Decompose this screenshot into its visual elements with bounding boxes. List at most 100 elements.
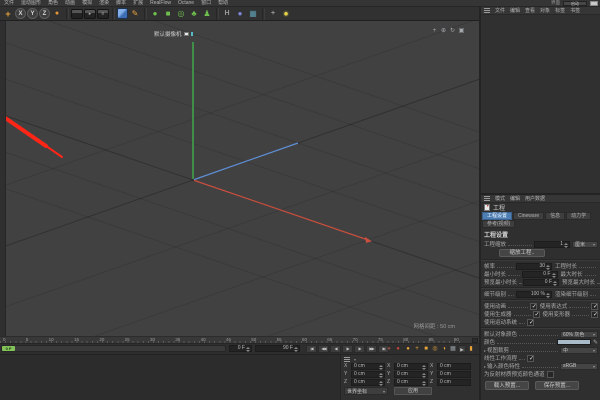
prev-frame-button[interactable]: ◀	[330, 345, 341, 353]
pos-y-field[interactable]: 0 cm	[351, 370, 385, 378]
menu-item[interactable]: 角色	[48, 0, 58, 7]
menu-item[interactable]: RealFlow	[150, 0, 171, 7]
attribute-tab[interactable]: 工程设置	[482, 212, 513, 220]
playback-option-button[interactable]: ▶	[458, 345, 466, 353]
menu-item[interactable]: 文件	[4, 0, 14, 7]
record-scale-toggle[interactable]: ■	[422, 345, 430, 353]
size-z-field[interactable]: 0 cm	[394, 378, 428, 386]
use-expressions-checkbox[interactable]	[591, 302, 599, 310]
camera-label[interactable]: 默认摄像机	[154, 30, 193, 38]
min-time-field[interactable]: 0 F	[521, 270, 558, 278]
lod-field[interactable]: 100 %	[516, 290, 552, 298]
size-y-field[interactable]: 0 cm	[394, 370, 428, 378]
render-picture-viewer-icon[interactable]: ▸	[84, 8, 96, 19]
volume-icon[interactable]: ●	[234, 8, 246, 20]
record-parameter-toggle[interactable]: ◑	[440, 345, 448, 353]
goto-start-button[interactable]: |◀	[306, 345, 317, 353]
menu-item[interactable]: 运动图形	[21, 0, 41, 7]
zoom-view-icon[interactable]: ⊕	[440, 28, 447, 35]
attr-menu-item[interactable]: 用户数据	[525, 195, 545, 202]
menu-item[interactable]: 窗口	[201, 0, 211, 7]
rot-x-field[interactable]: 0 cm	[437, 362, 471, 370]
expander-icon[interactable]: ▸	[484, 348, 486, 353]
om-menu-item[interactable]: 查看	[525, 7, 535, 14]
menu-item[interactable]: 帮助	[218, 0, 228, 7]
use-animation-checkbox[interactable]	[529, 302, 538, 310]
use-generators-checkbox[interactable]	[532, 310, 541, 318]
prev-key-button[interactable]: ◀◀	[318, 345, 329, 353]
playhead[interactable]: 0 F	[2, 346, 15, 351]
panel-menu-icon[interactable]	[484, 8, 490, 13]
preview-color-channel-checkbox[interactable]	[546, 370, 554, 378]
default-object-color-dropdown[interactable]: 60% 灰色 ▾	[560, 330, 598, 338]
eyedropper-icon[interactable]: ✎	[593, 339, 598, 346]
save-preset-button[interactable]: 保存预置...	[535, 381, 579, 390]
next-frame-button[interactable]: ▶	[354, 345, 365, 353]
apply-button[interactable]: 应用	[394, 387, 432, 395]
next-key-button[interactable]: ▶▶	[366, 345, 377, 353]
spinner[interactable]	[294, 347, 298, 352]
linear-workflow-checkbox[interactable]	[527, 354, 535, 362]
scale-project-button[interactable]: 缩放工程..	[499, 249, 545, 257]
camera-icon[interactable]: +	[267, 8, 279, 20]
object-list[interactable]	[481, 15, 600, 191]
autokey-button[interactable]: ●	[394, 345, 402, 353]
om-menu-item[interactable]: 编辑	[510, 7, 520, 14]
unit-dropdown[interactable]: 厘米 ▾	[572, 240, 598, 248]
timeline-ruler[interactable]: 0 5 10 15 20 25 30 35 40 45 50 55 60 65 70 75 80 85 90	[0, 336, 479, 344]
menu-item[interactable]: 动画	[65, 0, 75, 7]
red-spline-object-tip[interactable]	[43, 143, 63, 158]
render-view-icon[interactable]	[71, 8, 83, 19]
z-axis-lock-button[interactable]: Z	[39, 8, 50, 19]
record-button[interactable]: ●	[385, 345, 393, 353]
panel-menu-icon[interactable]	[344, 356, 350, 362]
chevron-down-icon[interactable]: ▾	[354, 357, 356, 362]
keyframe-button[interactable]: ●	[404, 345, 412, 353]
toggle-view-icon[interactable]: ▣	[458, 28, 465, 35]
om-menu-item[interactable]: 对象	[540, 7, 550, 14]
om-menu-item[interactable]: 文件	[495, 7, 505, 14]
generator-icon[interactable]: ◎	[175, 8, 187, 20]
light-icon[interactable]: ●	[280, 8, 292, 20]
attr-menu-item[interactable]: 编辑	[510, 195, 520, 202]
use-deformers-checkbox[interactable]	[591, 310, 599, 318]
menu-item[interactable]: Octane	[178, 0, 194, 7]
end-frame-field[interactable]: 90 F	[255, 345, 300, 352]
attribute-tab[interactable]: Cineware	[513, 212, 545, 220]
y-axis-lock-button[interactable]: Y	[27, 8, 38, 19]
subdivision-surface-icon[interactable]: ●	[149, 8, 161, 20]
primitive-cube-icon[interactable]	[117, 8, 128, 19]
field-grid-icon[interactable]: ▦	[247, 8, 259, 20]
use-motion-system-checkbox[interactable]	[527, 318, 535, 326]
pos-x-field[interactable]: 0 cm	[351, 362, 385, 370]
coordinate-mode-dropdown[interactable]: 世界坐标 ▾	[344, 387, 388, 395]
layout-dropdown[interactable]: 启动	[563, 0, 587, 6]
attribute-tab[interactable]: 参考(视频)	[482, 220, 516, 228]
record-pla-toggle[interactable]: ▦	[449, 345, 457, 353]
attribute-tab[interactable]: 信息	[545, 212, 566, 220]
record-rotation-toggle[interactable]: ◎	[431, 345, 439, 353]
om-menu-item[interactable]: 标签	[555, 7, 565, 14]
window-corner-button[interactable]	[590, 0, 598, 6]
ruler-scroll-nub[interactable]	[472, 338, 478, 343]
spinner[interactable]	[246, 347, 250, 352]
x-axis-lock-button[interactable]: X	[15, 8, 26, 19]
rotate-view-icon[interactable]: ↻	[449, 28, 456, 35]
timeline-slider[interactable]: 0 F	[1, 345, 226, 352]
axis-mode-icon[interactable]: H	[221, 8, 233, 20]
project-scale-field[interactable]: 1	[534, 240, 570, 248]
view-clipping-dropdown[interactable]: 中 ▾	[560, 346, 598, 354]
spline-pen-icon[interactable]: ✎	[129, 8, 141, 20]
attr-menu-item[interactable]: 模式	[495, 195, 505, 202]
input-color-profile-dropdown[interactable]: sRGB ▾	[560, 362, 598, 370]
om-menu-item[interactable]: 书签	[570, 7, 580, 14]
menu-item[interactable]: 脚本	[116, 0, 126, 7]
size-x-field[interactable]: 0 cm	[394, 362, 428, 370]
record-position-toggle[interactable]: +	[413, 345, 421, 353]
menu-item[interactable]: 扩展	[133, 0, 143, 7]
preview-min-time-field[interactable]: 0 F	[523, 278, 560, 286]
coordinate-system-icon[interactable]: ●	[51, 8, 63, 20]
pan-view-icon[interactable]: +	[431, 28, 438, 35]
attribute-tab[interactable]: 动力学	[566, 212, 592, 220]
start-frame-field[interactable]: 0 F	[229, 345, 252, 352]
